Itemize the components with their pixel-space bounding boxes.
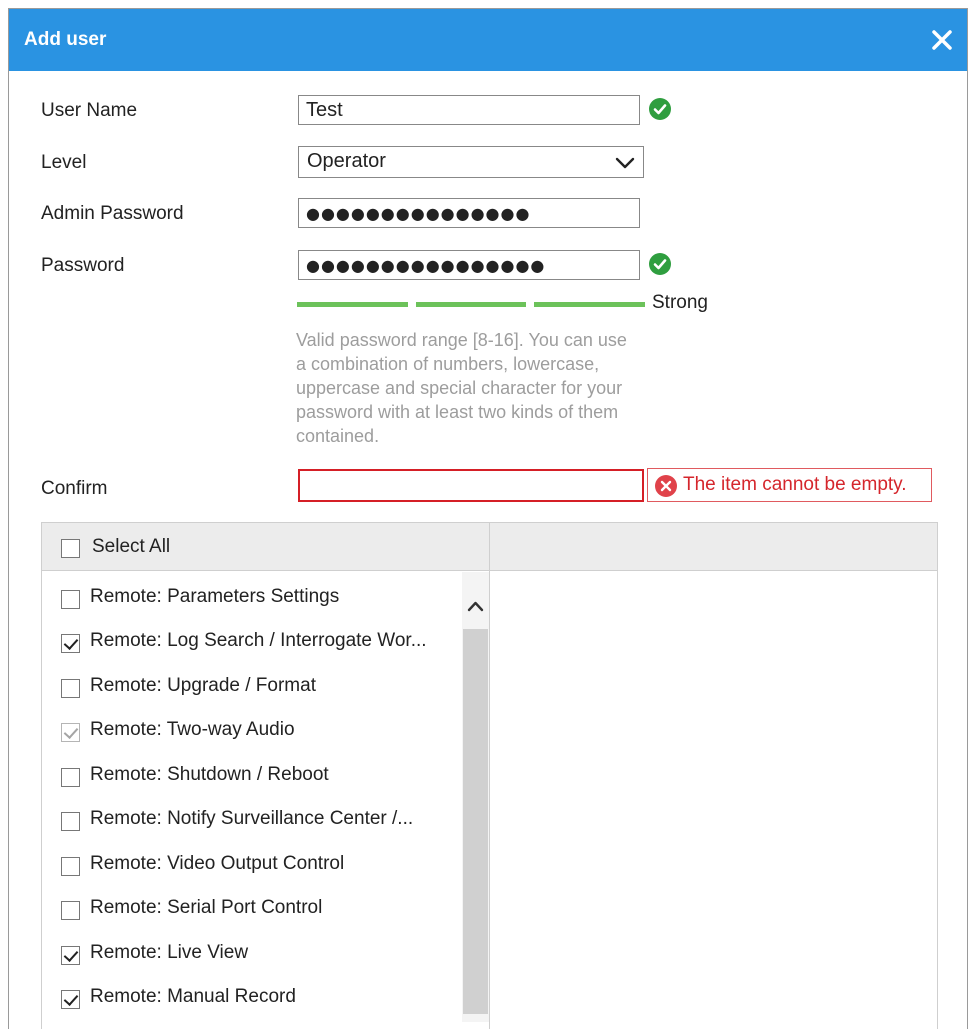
- permission-item: Remote: Two-way Audio: [42, 710, 462, 750]
- password-label: Password: [41, 255, 125, 276]
- permission-label: Remote: Video Output Control: [90, 853, 345, 874]
- level-label: Level: [41, 152, 87, 173]
- error-x-icon: [655, 475, 677, 497]
- password-input[interactable]: ●●●●●●●●●●●●●●●●: [298, 250, 640, 280]
- password-strength-segment-2: [416, 302, 526, 307]
- admin-password-label: Admin Password: [41, 203, 184, 224]
- dialog-title: Add user: [24, 29, 107, 50]
- permission-checkbox[interactable]: [61, 857, 80, 876]
- permission-checkbox[interactable]: [61, 901, 80, 920]
- table-column-divider: [489, 523, 490, 1029]
- scrollbar-thumb[interactable]: [463, 629, 488, 1014]
- username-input[interactable]: [298, 95, 640, 125]
- permission-item[interactable]: Remote: Upgrade / Format: [42, 666, 462, 706]
- password-strength-segment-3: [534, 302, 645, 307]
- password-strength-segment-1: [297, 302, 408, 307]
- chevron-down-icon: [615, 157, 635, 169]
- chevron-up-icon[interactable]: [467, 600, 484, 612]
- permission-label: Remote: Shutdown / Reboot: [90, 764, 329, 785]
- confirm-error-text: The item cannot be empty.: [683, 474, 907, 495]
- permissions-table: Select All Remote: Parameters Settings R…: [41, 522, 938, 1029]
- permission-label: Remote: Serial Port Control: [90, 897, 323, 918]
- permission-label: Remote: Upgrade / Format: [90, 675, 316, 696]
- permission-checkbox: [61, 723, 80, 742]
- password-masked-value: ●●●●●●●●●●●●●●●●: [306, 256, 546, 275]
- permission-checkbox[interactable]: [61, 768, 80, 787]
- permission-item[interactable]: Remote: Serial Port Control: [42, 888, 462, 928]
- permission-label: Remote: Log Search / Interrogate Wor...: [90, 630, 427, 651]
- permission-checkbox[interactable]: [61, 679, 80, 698]
- permission-label: Remote: Notify Surveillance Center /...: [90, 808, 414, 829]
- permission-checkbox[interactable]: [61, 946, 80, 965]
- close-icon: [932, 30, 952, 50]
- select-all-checkbox[interactable]: [61, 539, 80, 558]
- password-valid-check-icon: [649, 253, 671, 275]
- dialog-titlebar: Add user: [9, 9, 967, 71]
- permission-item[interactable]: Remote: Shutdown / Reboot: [42, 755, 462, 795]
- select-all-label: Select All: [92, 536, 171, 557]
- permission-label: Remote: Manual Record: [90, 986, 296, 1007]
- confirm-error-message: The item cannot be empty.: [647, 468, 932, 502]
- permission-item[interactable]: Remote: Video Output Control: [42, 844, 462, 884]
- permission-checkbox[interactable]: [61, 812, 80, 831]
- permission-item[interactable]: Remote: Notify Surveillance Center /...: [42, 799, 462, 839]
- admin-password-masked-value: ●●●●●●●●●●●●●●●: [306, 204, 531, 223]
- permission-item[interactable]: Remote: Parameters Settings: [42, 577, 462, 617]
- add-user-dialog: Add user User Name Level Operator Admin …: [8, 8, 968, 1029]
- username-label: User Name: [41, 100, 138, 121]
- password-strength-label: Strong: [652, 292, 708, 313]
- permission-item[interactable]: Remote: Log Search / Interrogate Wor...: [42, 621, 462, 661]
- permission-item[interactable]: Remote: Manual Record: [42, 977, 462, 1017]
- level-selected-value: Operator: [307, 150, 386, 172]
- permissions-scrollbar[interactable]: [462, 572, 489, 1022]
- level-select[interactable]: Operator: [298, 146, 644, 178]
- confirm-password-input[interactable]: [298, 469, 644, 502]
- permission-checkbox[interactable]: [61, 990, 80, 1009]
- permission-label: Remote: Two-way Audio: [90, 719, 295, 740]
- permission-checkbox[interactable]: [61, 634, 80, 653]
- permission-label: Remote: Parameters Settings: [90, 586, 340, 607]
- permission-item[interactable]: Remote: Live View: [42, 933, 462, 973]
- permission-checkbox[interactable]: [61, 590, 80, 609]
- close-button[interactable]: [927, 25, 957, 55]
- admin-password-input[interactable]: ●●●●●●●●●●●●●●●: [298, 198, 640, 228]
- password-hint: Valid password range [8-16]. You can use…: [296, 330, 627, 446]
- confirm-label: Confirm: [41, 478, 108, 499]
- username-valid-check-icon: [649, 98, 671, 120]
- permission-label: Remote: Live View: [90, 942, 249, 963]
